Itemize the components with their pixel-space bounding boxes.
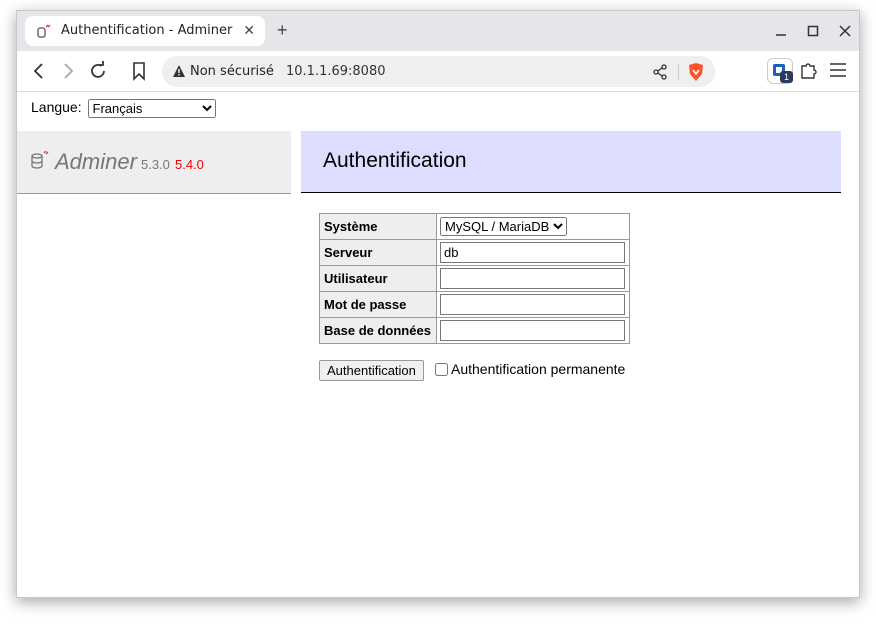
database-input[interactable] <box>440 320 625 341</box>
username-label: Utilisateur <box>319 265 437 292</box>
version-text: 5.3.0 <box>141 157 170 172</box>
table-row: Base de données <box>319 317 630 344</box>
system-label: Système <box>319 213 437 240</box>
maximize-icon[interactable] <box>807 25 819 37</box>
extensions-puzzle-icon[interactable] <box>798 59 820 81</box>
new-version-link[interactable]: 5.4.0 <box>175 157 204 172</box>
table-row: Mot de passe <box>319 291 630 318</box>
table-row: Utilisateur <box>319 265 630 292</box>
share-icon[interactable] <box>652 64 668 80</box>
address-bar[interactable]: Non sécurisé 10.1.1.69:8080 <box>162 56 715 87</box>
server-label: Serveur <box>319 239 437 266</box>
password-label: Mot de passe <box>319 291 437 318</box>
permanent-login-label: Authentification permanente <box>451 361 626 377</box>
security-label[interactable]: Non sécurisé <box>190 64 274 79</box>
tab-adminer[interactable]: Authentification - Adminer ✕ <box>25 16 265 46</box>
browser-window: Authentification - Adminer ✕ + Non sécur… <box>16 10 860 598</box>
close-window-icon[interactable] <box>839 25 851 37</box>
url-text[interactable]: 10.1.1.69:8080 <box>286 64 386 79</box>
permanent-login-checkbox[interactable] <box>435 362 448 376</box>
hamburger-menu-icon[interactable] <box>829 62 847 78</box>
page-content: Langue: Français Adminer 5.3.0 5.4.0 Aut… <box>17 93 859 597</box>
new-tab-button[interactable]: + <box>277 20 288 40</box>
reload-icon[interactable] <box>88 61 108 81</box>
language-label: Langue: <box>31 99 82 116</box>
browser-toolbar: Non sécurisé 10.1.1.69:8080 1 <box>17 51 859 92</box>
back-icon[interactable] <box>29 61 49 81</box>
database-label: Base de données <box>319 317 437 344</box>
language-selector: Langue: Français <box>31 99 216 118</box>
system-select[interactable]: MySQL / MariaDB <box>440 217 567 236</box>
table-row: Système MySQL / MariaDB <box>319 213 630 240</box>
address-bar-divider <box>678 64 679 80</box>
tab-title: Authentification - Adminer <box>61 23 233 38</box>
forward-icon[interactable] <box>58 61 78 81</box>
close-tab-icon[interactable]: ✕ <box>243 22 255 39</box>
brave-shield-icon[interactable] <box>687 62 705 82</box>
warning-icon[interactable] <box>172 64 186 78</box>
adminer-menu-header: Adminer 5.3.0 5.4.0 <box>17 131 291 194</box>
app-name-link[interactable]: Adminer <box>55 149 137 175</box>
table-row: Serveur <box>319 239 630 266</box>
extension-button[interactable]: 1 <box>767 58 793 84</box>
login-button[interactable]: Authentification <box>319 360 424 381</box>
adminer-logo-icon[interactable] <box>31 151 49 171</box>
tab-bar: Authentification - Adminer ✕ + <box>17 11 859 51</box>
page-title: Authentification <box>323 149 467 172</box>
language-select[interactable]: Français <box>87 99 216 118</box>
extension-badge: 1 <box>780 71 793 83</box>
server-input[interactable] <box>440 242 625 263</box>
bookmark-icon[interactable] <box>129 61 149 81</box>
username-input[interactable] <box>440 268 625 289</box>
adminer-favicon-icon <box>37 24 51 38</box>
password-input[interactable] <box>440 294 625 315</box>
permanent-login[interactable]: Authentification permanente <box>435 361 625 377</box>
page-heading-box: Authentification <box>301 131 841 193</box>
minimize-icon[interactable] <box>775 25 787 37</box>
login-form-table: Système MySQL / MariaDB Serveur Utilisat… <box>319 213 630 344</box>
